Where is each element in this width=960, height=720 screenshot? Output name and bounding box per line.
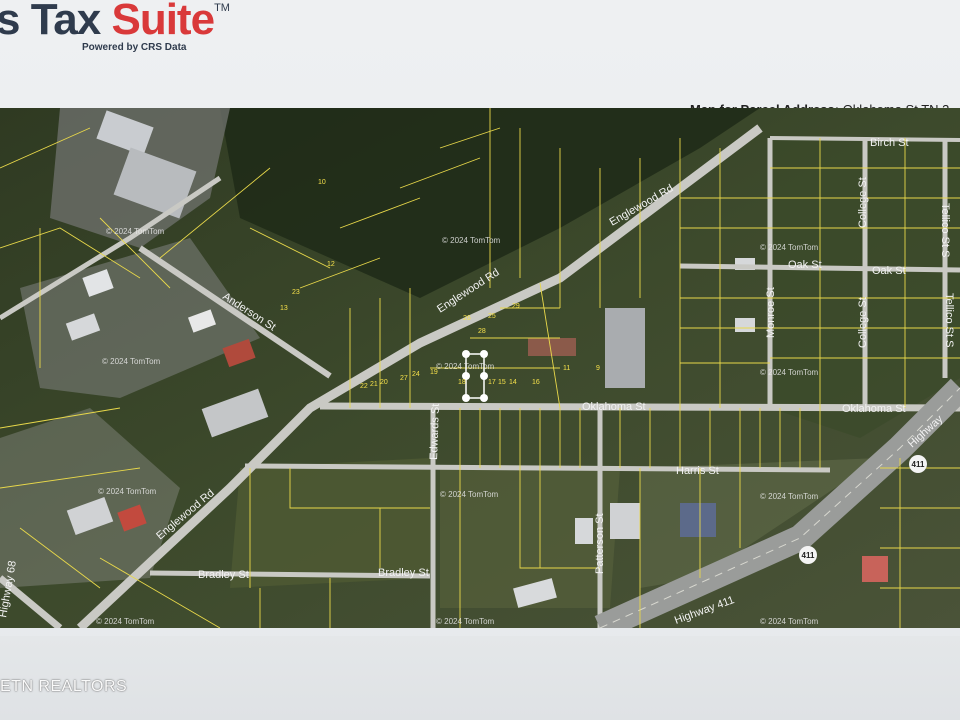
map-copyright: © 2024 TomTom [760, 368, 819, 377]
powered-by-text: Powered by CRS Data [82, 42, 187, 53]
tax-suite-logo[interactable]: s Tax SuiteTM [0, 0, 230, 44]
selection-handle[interactable] [480, 350, 488, 358]
map-copyright: © 2024 TomTom [760, 617, 819, 626]
parcel-number: 18 [458, 379, 466, 386]
selection-handle[interactable] [480, 394, 488, 402]
map-copyright: © 2024 TomTom [102, 357, 161, 366]
street-label-oklahoma: Oklahoma St [842, 403, 906, 415]
map-copyright: © 2024 TomTom [106, 227, 165, 236]
street-label-edwards: Edwards St [428, 403, 442, 460]
map-copyright: © 2024 TomTom [440, 490, 499, 499]
building [528, 338, 576, 356]
street-label-oklahoma: Oklahoma St [582, 401, 646, 413]
parcel-number: 15 [498, 379, 506, 386]
street-label-college: College St [857, 177, 869, 228]
parcel-number: 25 [488, 313, 496, 320]
selection-handle[interactable] [462, 350, 470, 358]
street-label-oak: Oak St [788, 259, 822, 271]
building [735, 318, 755, 332]
building [575, 518, 593, 544]
street-label-monroe: Monroe St [765, 287, 777, 338]
map-copyright: © 2024 TomTom [436, 362, 495, 371]
parcel-number: 21 [370, 381, 378, 388]
logo-text-red: Suite [111, 0, 215, 44]
app-header: s Tax SuiteTM Powered by CRS Data [0, 0, 960, 100]
map-copyright: © 2024 TomTom [760, 243, 819, 252]
street-label-college: College St [857, 297, 869, 348]
parcel-number: 14 [509, 379, 517, 386]
street-label-patterson: Patterson St [594, 513, 606, 574]
parcel-number: 23 [292, 289, 300, 296]
highway-411-shield-south: 411 [799, 546, 817, 564]
street-label-oak: Oak St [872, 265, 906, 277]
parcel-number: 26 [463, 315, 471, 322]
street-label-harris: Harris St [676, 465, 719, 477]
selection-handle[interactable] [480, 372, 488, 380]
selection-handle[interactable] [462, 394, 470, 402]
screen: s Tax SuiteTM Powered by CRS Data Map fo… [0, 0, 960, 720]
realtor-watermark: ETN REALTORS [0, 678, 128, 695]
birch-street[interactable] [769, 136, 960, 142]
shield-label: 411 [802, 551, 815, 560]
building [605, 308, 645, 388]
street-label-birch: Birch St [870, 137, 909, 149]
street-label-tellico: Tellico St S [939, 203, 951, 257]
parcel-number: 9 [596, 365, 600, 372]
building [610, 503, 640, 539]
parcel-number: 28 [478, 328, 486, 335]
parcel-number: 29 [512, 303, 520, 310]
map-copyright: © 2024 TomTom [98, 487, 157, 496]
building-red-roof [862, 556, 888, 582]
parcel-number: 13 [280, 305, 288, 312]
parcel-number: 27 [400, 375, 408, 382]
map-copyright: © 2024 TomTom [96, 617, 155, 626]
street-label-tellico: Tellico St S [943, 293, 955, 347]
parcel-number: 22 [360, 383, 368, 390]
parcel-number: 20 [380, 379, 388, 386]
parcel-map[interactable]: 411 411 Englewood Rd Englewood Rd Englew… [0, 108, 960, 628]
street-label-bradley: Bradley St [378, 567, 429, 579]
parcel-number: 10 [318, 179, 326, 186]
parcel-number: 17 [488, 379, 496, 386]
parcel-number: 12 [327, 261, 335, 268]
map-copyright: © 2024 TomTom [760, 492, 819, 501]
parcel-number: 24 [412, 371, 420, 378]
map-canvas[interactable]: 411 411 Englewood Rd Englewood Rd Englew… [0, 108, 960, 628]
map-copyright: © 2024 TomTom [436, 617, 495, 626]
map-copyright: © 2024 TomTom [442, 236, 501, 245]
street-label-bradley: Bradley St [198, 569, 249, 581]
building [680, 503, 716, 537]
parcel-number: 11 [563, 365, 570, 372]
logo-trademark: TM [214, 2, 230, 14]
shield-label: 411 [912, 460, 925, 469]
parcel-number: 16 [532, 379, 540, 386]
page-footer [0, 636, 960, 720]
highway-411-shield-east: 411 [909, 455, 927, 473]
logo-text-dark: s Tax [0, 0, 112, 44]
